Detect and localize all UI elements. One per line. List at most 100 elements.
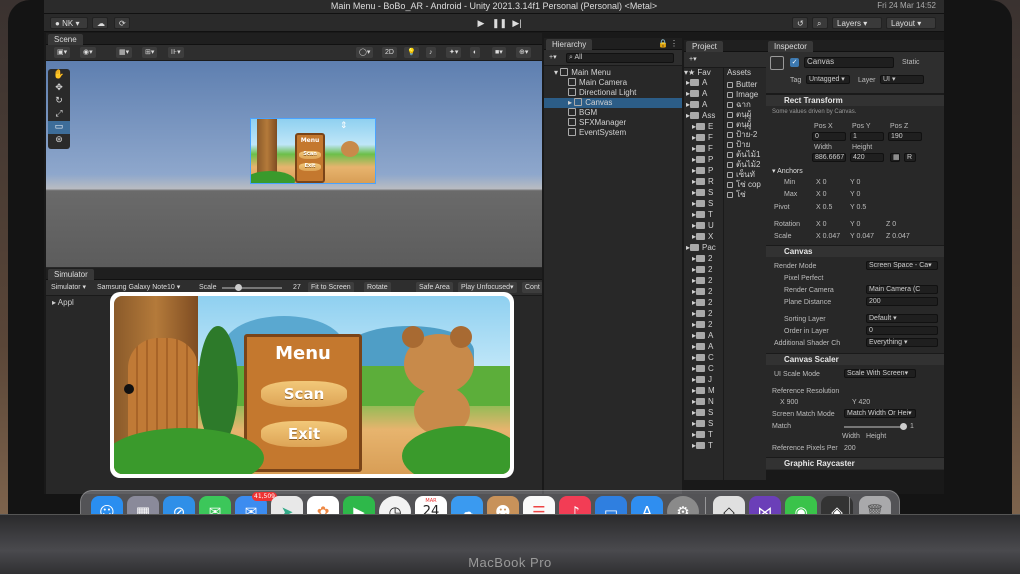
project-asset[interactable]: ป้าย [725,140,766,150]
pos-z-field[interactable]: 190 [888,132,922,141]
project-folder[interactable]: ▸ 2 [684,276,723,286]
raw-edit-icon[interactable]: R [904,153,916,162]
move-tool-icon[interactable]: ✥ [48,82,70,95]
scene-viewport[interactable]: ✋ ✥ ↻ ⤢ ▭ ⊛ Menu Scan Exit ⇕ [46,61,542,267]
project-folder[interactable]: ▸ 2 [684,298,723,308]
hierarchy-item[interactable]: ▾ Main Menu [544,68,682,78]
application-foldout[interactable]: ▸ Appl [52,298,74,307]
project-folder[interactable]: ▸ S [684,188,723,198]
sorting-layer-dropdown[interactable]: Default ▾ [866,314,938,323]
draw-mode-icon[interactable]: ▣▾ [54,47,71,58]
rect-tool-icon[interactable]: ▭ [48,121,70,134]
snap-increment-icon[interactable]: ⊞▾ [142,47,158,58]
move-handle-icon[interactable]: ⇕ [340,120,348,131]
project-asset[interactable]: ฉาก [725,100,766,110]
hidden-objects-icon[interactable]: ◐ [470,47,481,58]
project-folder[interactable]: ▸ A [684,342,723,352]
step-icon[interactable]: ▶| [510,17,524,29]
search-icon[interactable]: ⌕ [812,17,828,29]
project-asset[interactable]: ป้าย-2 [725,130,766,140]
tab-inspector[interactable]: Inspector [768,41,813,52]
gizmos-icon[interactable]: ⊕▾ [516,47,532,58]
canvas-component-header[interactable]: Canvas [766,245,944,257]
hierarchy-item[interactable]: SFXManager [544,118,682,128]
project-folder[interactable]: ▸ R [684,177,723,187]
project-folder[interactable]: ▸ C [684,353,723,363]
scale-slider-knob[interactable] [235,284,243,291]
min-x-field[interactable]: X 0 [816,178,827,187]
pos-x-field[interactable]: 0 [812,132,846,141]
hierarchy-item[interactable]: EventSystem [544,128,682,138]
project-asset[interactable]: โซ่ [725,190,766,200]
object-name-field[interactable]: Canvas [804,57,894,68]
project-folder[interactable]: ▸ P [684,166,723,176]
project-add-icon[interactable]: +▾ [686,54,700,65]
grid-snap-icon[interactable]: ▦▾ [116,47,133,58]
match-slider[interactable] [844,423,907,430]
project-asset[interactable]: Image [725,90,766,100]
project-folder[interactable]: ▸ X [684,232,723,242]
tab-scene[interactable]: Scene [48,34,83,45]
project-folder[interactable]: ▸ F [684,144,723,154]
tab-simulator[interactable]: Simulator [48,269,94,280]
project-asset[interactable]: ต้นไม้2 [725,160,766,170]
project-folder[interactable]: ▸ M [684,386,723,396]
hand-tool-icon[interactable]: ✋ [48,69,70,82]
project-folder[interactable]: ▸ 2 [684,320,723,330]
project-folder[interactable]: ▸ U [684,221,723,231]
rotation-y-field[interactable]: Y 0 [850,220,860,229]
project-folder[interactable]: ▸ A [684,100,723,110]
scale-y-field[interactable]: Y 0.047 [850,232,874,241]
project-asset[interactable]: โซ่ cop [725,180,766,190]
scale-slider[interactable] [222,284,282,291]
toolbar-extra-icon[interactable]: ⊪▾ [168,47,184,58]
order-in-layer-field[interactable]: 0 [866,326,938,335]
height-field[interactable]: 420 [850,153,884,162]
project-folder[interactable]: ▸ A [684,78,723,88]
audio-icon[interactable]: ♪ [426,47,436,58]
project-folder[interactable]: ▸ Ass [684,111,723,121]
project-folder[interactable]: ▸ 2 [684,254,723,264]
tag-dropdown[interactable]: Untagged ▾ [806,75,850,84]
lock-icon[interactable]: 🔒 [658,39,668,48]
project-folder[interactable]: ▸ S [684,419,723,429]
project-folder[interactable]: ▸ 2 [684,287,723,297]
project-folder[interactable]: ▸ A [684,89,723,99]
cloud-icon[interactable]: ☁ [92,17,108,29]
project-folder[interactable]: ▸ F [684,133,723,143]
tab-hierarchy[interactable]: Hierarchy [546,39,593,50]
layout-dropdown[interactable]: Layout ▾ [886,17,936,29]
hierarchy-item[interactable]: Main Camera [544,78,682,88]
shader-channels-dropdown[interactable]: Everything ▾ [866,338,938,347]
rotation-x-field[interactable]: X 0 [816,220,827,229]
layer-dropdown[interactable]: UI ▾ [880,75,924,84]
project-folder[interactable]: ▸ Pac [684,243,723,253]
plane-distance-field[interactable]: 200 [866,297,938,306]
scale-x-field[interactable]: X 0.047 [816,232,840,241]
account-dropdown[interactable]: ● NK ▾ [50,17,88,29]
project-folder[interactable]: ▸ T [684,430,723,440]
gizmo-icon[interactable]: ◉▾ [80,47,96,58]
active-checkbox[interactable]: ✓ [790,58,799,67]
project-asset[interactable]: Butter [725,80,766,90]
project-folder[interactable]: ▸ E [684,122,723,132]
favorites-foldout[interactable]: ▾★ Fav [684,68,723,78]
project-asset[interactable]: ตนฺผู้ [725,120,766,130]
project-folder[interactable]: ▸ P [684,155,723,165]
play-icon[interactable]: ▶ [474,17,488,29]
project-folder[interactable]: ▸ N [684,397,723,407]
max-x-field[interactable]: X 0 [816,190,827,199]
camera-icon[interactable]: ■▾ [492,47,506,58]
project-asset[interactable]: ต้นไม้1 [725,150,766,160]
control-panel-toggle[interactable]: Cont [522,282,542,293]
project-folder[interactable]: ▸ S [684,199,723,209]
hierarchy-item[interactable]: Directional Light [544,88,682,98]
project-folder[interactable]: ▸ 2 [684,309,723,319]
blueprint-icon[interactable]: ▦ [890,153,900,162]
lighting-icon[interactable]: 💡 [404,47,419,58]
project-folder[interactable]: ▸ T [684,210,723,220]
pivot-x-field[interactable]: X 0.5 [816,203,832,212]
collab-icon[interactable]: ⟳ [114,17,130,29]
effects-icon[interactable]: ✦▾ [446,47,462,58]
mode-2d-toggle[interactable]: 2D [382,47,397,58]
